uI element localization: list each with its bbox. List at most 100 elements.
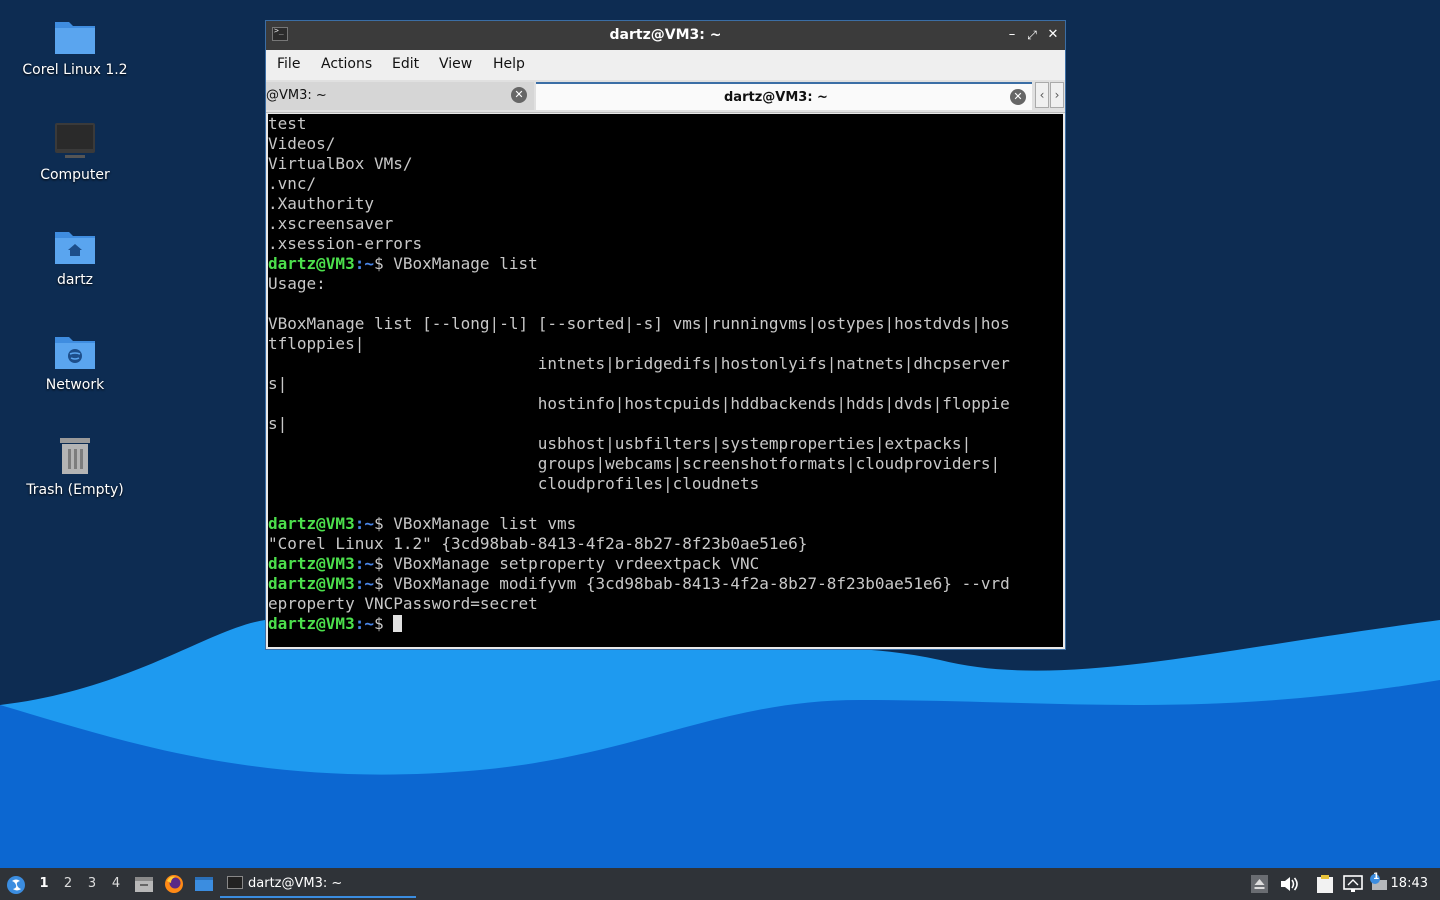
terminal-line-text: eproperty VNCPassword=secret: [268, 594, 538, 613]
prompt-user: dartz@VM3: [268, 574, 355, 593]
firefox-icon[interactable]: [164, 874, 184, 894]
prompt-symbol: $: [373, 574, 394, 593]
taskbar-window-label: dartz@VM3: ~: [248, 876, 343, 891]
terminal-line-text: intnets|bridgedifs|hostonlyifs|natnets|d…: [268, 354, 1010, 373]
menu-view[interactable]: View: [439, 56, 472, 72]
terminal-prompt-line: dartz@VM3:~$ VBoxManage setproperty vrde…: [268, 554, 1063, 574]
terminal-line-text: .Xauthority: [268, 194, 374, 213]
window-title: dartz@VM3: ~: [609, 27, 722, 43]
clock[interactable]: 18:43: [1391, 876, 1428, 891]
tab-scroll-right-icon[interactable]: ›: [1050, 82, 1064, 108]
volume-icon[interactable]: [1279, 875, 1299, 893]
terminal-line-text: VBoxManage list [--long|-l] [--sorted|-s…: [268, 314, 1010, 333]
terminal-output-line: VirtualBox VMs/: [268, 154, 1063, 174]
network-status-icon[interactable]: [1343, 875, 1363, 893]
desktop-icon-trash[interactable]: Trash (Empty): [10, 436, 140, 498]
prompt-path: :~: [354, 614, 374, 633]
file-manager-icon[interactable]: [134, 875, 154, 893]
tab-scroll-left-icon[interactable]: ‹: [1035, 82, 1049, 108]
terminal-line-text: hostinfo|hostcpuids|hddbackends|hdds|dvd…: [268, 394, 1010, 413]
workspace-2[interactable]: 2: [61, 876, 75, 891]
eject-icon[interactable]: [1251, 875, 1268, 893]
terminal-output-line: groups|webcams|screenshotformats|cloudpr…: [268, 454, 1063, 474]
workspace-1[interactable]: 1: [37, 876, 51, 891]
terminal-window[interactable]: dartz@VM3: ~ – ⤢ ✕ File Actions Edit Vie…: [265, 20, 1066, 650]
desktop-icon-network[interactable]: Network: [10, 331, 140, 393]
terminal-line-text: usbhost|usbfilters|systemproperties|extp…: [268, 434, 972, 453]
terminal-line-text: Usage:: [268, 274, 326, 293]
tab-1[interactable]: @VM3: ~ ✕: [266, 82, 534, 110]
start-menu-icon[interactable]: [6, 875, 26, 895]
terminal-line-text: test: [268, 114, 307, 133]
taskbar-window-terminal[interactable]: dartz@VM3: ~: [220, 870, 416, 898]
terminal-line-text: .xsession-errors: [268, 234, 423, 253]
prompt-user: dartz@VM3: [268, 614, 355, 633]
minimize-button[interactable]: –: [1004, 26, 1020, 44]
prompt-symbol: $: [373, 554, 394, 573]
window-titlebar[interactable]: dartz@VM3: ~ – ⤢ ✕: [266, 21, 1065, 50]
tab-close-icon[interactable]: ✕: [1010, 89, 1026, 105]
terminal-output-line: usbhost|usbfilters|systemproperties|extp…: [268, 434, 1063, 454]
desktop-icon-label: Computer: [40, 167, 110, 183]
terminal-output-line: .xscreensaver: [268, 214, 1063, 234]
network-folder-icon: [55, 337, 95, 369]
maximize-button[interactable]: ⤢: [1024, 26, 1040, 44]
close-button[interactable]: ✕: [1045, 26, 1061, 44]
terminal-prompt-line: dartz@VM3:~$: [268, 614, 1063, 634]
desktop-icon-label: Trash (Empty): [26, 482, 124, 498]
terminal-line-text: cloudprofiles|cloudnets: [268, 474, 760, 493]
terminal-output-line: "Corel Linux 1.2" {3cd98bab-8413-4f2a-8b…: [268, 534, 1063, 554]
menu-bar: File Actions Edit View Help: [266, 50, 1065, 80]
prompt-user: dartz@VM3: [268, 514, 355, 533]
menu-help[interactable]: Help: [493, 56, 525, 72]
workspace-4[interactable]: 4: [109, 876, 123, 891]
desktop-icon-label: dartz: [56, 272, 94, 288]
desktop-icon-dartz-home[interactable]: dartz: [10, 226, 140, 288]
notification-badge: 1: [1373, 872, 1380, 882]
clipboard-icon[interactable]: [1315, 874, 1335, 894]
desktop-icon-label: Corel Linux 1.2: [22, 62, 128, 78]
terminal-app-icon: [227, 876, 243, 889]
prompt-path: :~: [354, 514, 374, 533]
terminal-output-line: s|: [268, 414, 1063, 434]
terminal-output-line: VBoxManage list [--long|-l] [--sorted|-s…: [268, 314, 1063, 334]
terminal-line-text: groups|webcams|screenshotformats|cloudpr…: [268, 454, 1001, 473]
terminal-line-text: VBoxManage modifyvm {3cd98bab-8413-4f2a-…: [393, 574, 1010, 593]
tab-2-active[interactable]: dartz@VM3: ~ ✕: [536, 82, 1032, 110]
prompt-path: :~: [354, 574, 374, 593]
menu-edit[interactable]: Edit: [392, 56, 419, 72]
taskbar: 1 2 3 4 dartz@VM3: ~ 1 18:43: [0, 868, 1440, 900]
menu-actions[interactable]: Actions: [321, 56, 372, 72]
menu-file[interactable]: File: [277, 56, 300, 72]
workspace-3[interactable]: 3: [85, 876, 99, 891]
tab-close-icon[interactable]: ✕: [511, 87, 527, 103]
home-folder-icon: [55, 232, 95, 264]
terminal-line-text: VBoxManage list vms: [393, 514, 577, 533]
computer-icon: [55, 123, 95, 158]
desktop-icon-label: Network: [45, 377, 105, 393]
terminal-output-line: Videos/: [268, 134, 1063, 154]
trash-icon: [60, 438, 90, 474]
tab-label: dartz@VM3: ~: [724, 90, 828, 105]
terminal-output[interactable]: test Videos/VirtualBox VMs/.vnc/.Xauthori…: [268, 114, 1063, 647]
prompt-symbol: $: [373, 514, 394, 533]
terminal-line-text: "Corel Linux 1.2" {3cd98bab-8413-4f2a-8b…: [268, 534, 808, 553]
prompt-path: :~: [354, 554, 374, 573]
tab-label: @VM3: ~: [266, 88, 327, 103]
terminal-prompt-line: dartz@VM3:~$ VBoxManage modifyvm {3cd98b…: [268, 574, 1063, 594]
terminal-output-line: eproperty VNCPassword=secret: [268, 594, 1063, 614]
desktop-icon-computer[interactable]: Computer: [10, 121, 140, 183]
desktop-icon-corel-linux[interactable]: Corel Linux 1.2: [10, 16, 140, 78]
terminal-prompt-line: dartz@VM3:~$ VBoxManage list vms: [268, 514, 1063, 534]
show-desktop-icon[interactable]: [194, 875, 214, 893]
terminal-output-line: hostinfo|hostcpuids|hddbackends|hdds|dvd…: [268, 394, 1063, 414]
folder-icon: [55, 22, 95, 54]
terminal-output-line: .vnc/: [268, 174, 1063, 194]
terminal-line-text: Videos/: [268, 134, 336, 153]
prompt-user: dartz@VM3: [268, 554, 355, 573]
prompt-path: :~: [354, 254, 374, 273]
terminal-output-line: Usage:: [268, 274, 1063, 294]
terminal-line-text: .xscreensaver: [268, 214, 394, 233]
